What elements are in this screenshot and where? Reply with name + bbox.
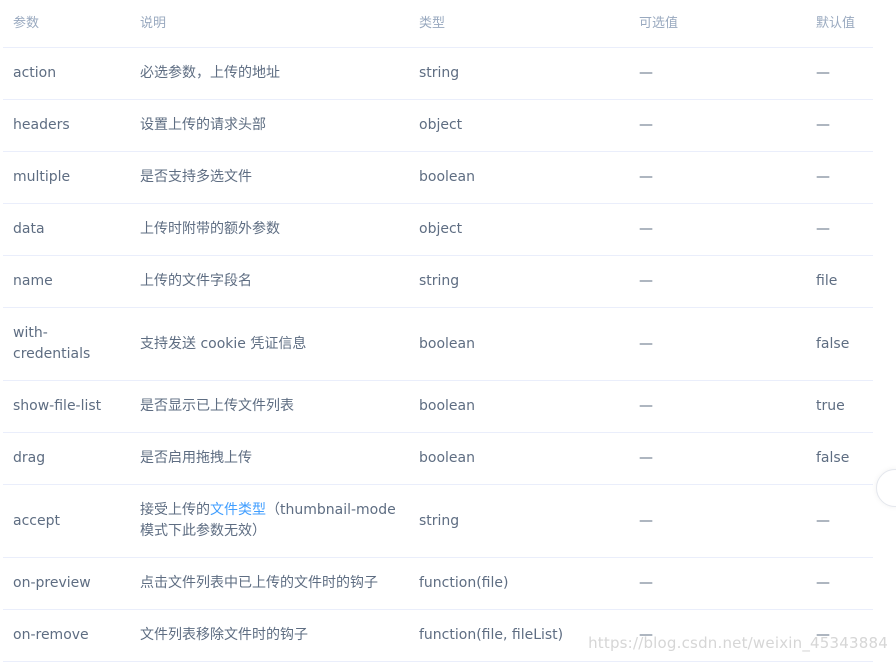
table-row: action 必选参数，上传的地址 string — —: [3, 47, 873, 100]
table-header-row: 参数 说明 类型 可选值 默认值: [3, 0, 873, 48]
cell-options: —: [629, 609, 806, 662]
cell-param: headers: [3, 99, 130, 152]
cell-description: 设置上传的请求头部: [130, 99, 409, 152]
cell-options: —: [629, 432, 806, 485]
side-scroll-button[interactable]: [876, 469, 896, 507]
cell-default: —: [806, 484, 873, 558]
cell-param: with-credentials: [3, 307, 130, 381]
file-type-link[interactable]: 文件类型: [210, 502, 266, 518]
cell-default: false: [806, 432, 873, 485]
cell-param: action: [3, 47, 130, 100]
cell-param: name: [3, 255, 130, 308]
cell-description: 上传时附带的额外参数: [130, 203, 409, 256]
cell-description: 文件列表移除文件时的钩子: [130, 609, 409, 662]
table-row: on-preview 点击文件列表中已上传的文件时的钩子 function(fi…: [3, 557, 873, 610]
cell-default: false: [806, 307, 873, 381]
cell-type: object: [409, 203, 629, 256]
cell-param: show-file-list: [3, 380, 130, 433]
desc-prefix: 接受上传的: [140, 502, 210, 518]
cell-param: on-preview: [3, 557, 130, 610]
cell-options: —: [629, 203, 806, 256]
cell-options: —: [629, 307, 806, 381]
cell-type: function(file): [409, 557, 629, 610]
header-description: 说明: [130, 0, 409, 48]
cell-param: data: [3, 203, 130, 256]
header-type: 类型: [409, 0, 629, 48]
attributes-table: 参数 说明 类型 可选值 默认值 action 必选参数，上传的地址 strin…: [3, 0, 873, 662]
cell-default: —: [806, 151, 873, 204]
cell-description: 上传的文件字段名: [130, 255, 409, 308]
table-row: show-file-list 是否显示已上传文件列表 boolean — tru…: [3, 380, 873, 433]
cell-options: —: [629, 484, 806, 558]
cell-param: drag: [3, 432, 130, 485]
cell-options: —: [629, 557, 806, 610]
cell-options: —: [629, 99, 806, 152]
cell-options: —: [629, 151, 806, 204]
cell-default: file: [806, 255, 873, 308]
cell-default: true: [806, 380, 873, 433]
cell-type: boolean: [409, 432, 629, 485]
cell-type: boolean: [409, 380, 629, 433]
cell-type: string: [409, 255, 629, 308]
cell-default: —: [806, 609, 873, 662]
cell-param: accept: [3, 484, 130, 558]
table-row: with-credentials 支持发送 cookie 凭证信息 boolea…: [3, 307, 873, 381]
cell-default: —: [806, 203, 873, 256]
table-row: headers 设置上传的请求头部 object — —: [3, 99, 873, 152]
cell-options: —: [629, 47, 806, 100]
cell-description: 点击文件列表中已上传的文件时的钩子: [130, 557, 409, 610]
table-row: name 上传的文件字段名 string — file: [3, 255, 873, 308]
cell-param: multiple: [3, 151, 130, 204]
cell-description: 支持发送 cookie 凭证信息: [130, 307, 409, 381]
table-row: data 上传时附带的额外参数 object — —: [3, 203, 873, 256]
cell-type: boolean: [409, 307, 629, 381]
table-row: multiple 是否支持多选文件 boolean — —: [3, 151, 873, 204]
cell-options: —: [629, 380, 806, 433]
table-row: accept 接受上传的文件类型（thumbnail-mode 模式下此参数无效…: [3, 484, 873, 558]
cell-default: —: [806, 99, 873, 152]
header-options: 可选值: [629, 0, 806, 48]
cell-type: string: [409, 47, 629, 100]
cell-description: 是否启用拖拽上传: [130, 432, 409, 485]
cell-param: on-remove: [3, 609, 130, 662]
attributes-table-container: 参数 说明 类型 可选值 默认值 action 必选参数，上传的地址 strin…: [3, 0, 873, 662]
cell-description: 是否支持多选文件: [130, 151, 409, 204]
cell-description: 接受上传的文件类型（thumbnail-mode 模式下此参数无效）: [130, 484, 409, 558]
cell-type: string: [409, 484, 629, 558]
header-param: 参数: [3, 0, 130, 48]
table-row: on-remove 文件列表移除文件时的钩子 function(file, fi…: [3, 609, 873, 662]
table-row: drag 是否启用拖拽上传 boolean — false: [3, 432, 873, 485]
cell-type: object: [409, 99, 629, 152]
cell-type: function(file, fileList): [409, 609, 629, 662]
cell-options: —: [629, 255, 806, 308]
cell-description: 是否显示已上传文件列表: [130, 380, 409, 433]
cell-description: 必选参数，上传的地址: [130, 47, 409, 100]
cell-type: boolean: [409, 151, 629, 204]
cell-default: —: [806, 557, 873, 610]
cell-default: —: [806, 47, 873, 100]
header-default: 默认值: [806, 0, 873, 48]
